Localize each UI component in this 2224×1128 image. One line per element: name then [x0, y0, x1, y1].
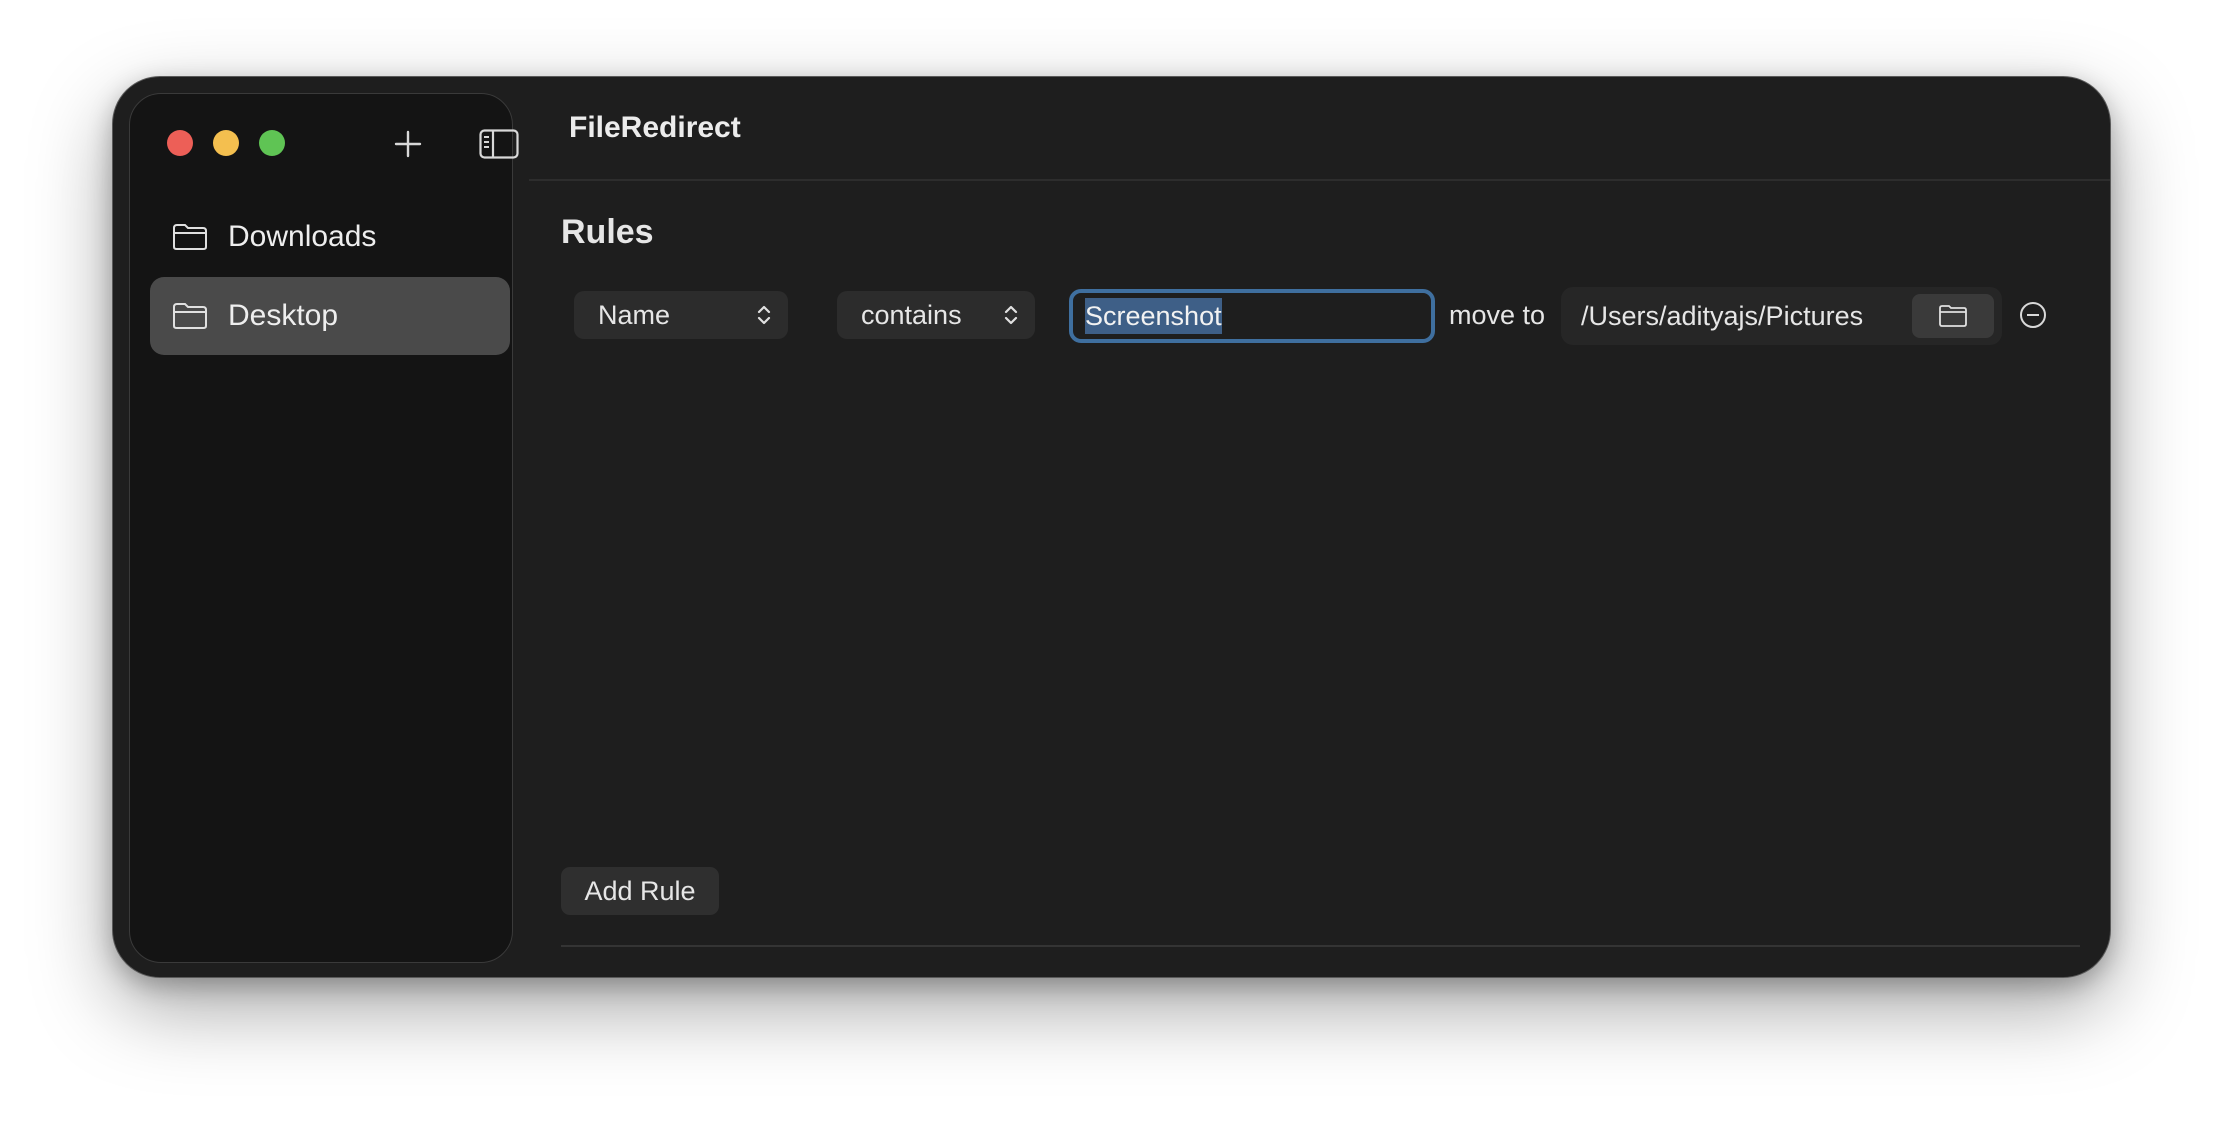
maximize-window-button[interactable] [259, 130, 285, 156]
sidebar-item-downloads[interactable]: Downloads [150, 198, 510, 276]
sidebar: Downloads Desktop [129, 93, 519, 963]
add-rule-button[interactable]: Add Rule [561, 867, 719, 915]
destination-path-field: /Users/adityajs/Pictures [1561, 287, 2002, 345]
remove-rule-button[interactable] [2018, 300, 2048, 330]
sidebar-item-label: Desktop [228, 299, 339, 332]
sidebar-item-desktop[interactable]: Desktop [150, 277, 510, 355]
sidebar-toggle-button[interactable] [477, 122, 521, 166]
move-to-label: move to [1449, 300, 1546, 330]
folder-icon [172, 222, 208, 252]
folder-icon [172, 301, 208, 331]
rule-operator-value: contains [861, 299, 962, 330]
rule-value-input[interactable]: Screenshot [1069, 289, 1435, 343]
rule-field-value: Name [598, 299, 671, 330]
destination-path-text: /Users/adityajs/Pictures [1581, 301, 1864, 331]
window-title: FileRedirect [569, 111, 741, 144]
close-window-button[interactable] [167, 130, 193, 156]
title-divider [529, 179, 2110, 181]
rule-operator-select[interactable]: contains [837, 291, 1035, 339]
plus-icon [394, 130, 422, 158]
rules-heading: Rules [561, 213, 654, 251]
sidebar-toggle-icon [479, 129, 519, 159]
folder-icon [1939, 305, 1967, 327]
minimize-window-button[interactable] [213, 130, 239, 156]
browse-folder-button[interactable] [1912, 294, 1994, 338]
app-window: Downloads Desktop FileRedirect Rules Nam… [112, 76, 2111, 978]
bottom-divider [561, 945, 2080, 947]
chevron-updown-icon [757, 305, 771, 325]
chevron-updown-icon [1004, 305, 1018, 325]
rule-value-text: Screenshot [1085, 298, 1222, 334]
add-folder-button[interactable] [386, 122, 430, 166]
sidebar-item-label: Downloads [228, 220, 377, 253]
rule-field-select[interactable]: Name [574, 291, 788, 339]
minus-circle-icon [2020, 302, 2046, 328]
